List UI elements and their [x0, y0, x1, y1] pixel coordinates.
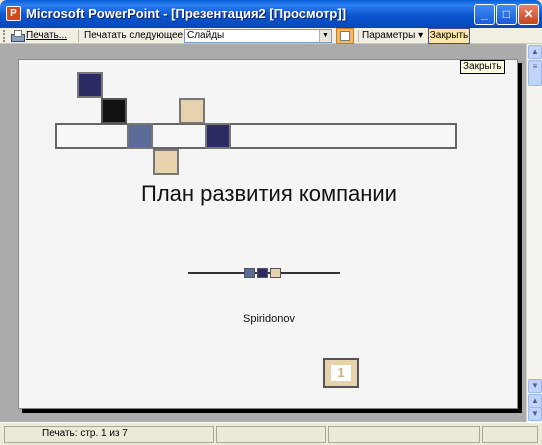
maximize-button[interactable]: □	[496, 4, 517, 25]
status-bar: Печать: стр. 1 из 7	[0, 422, 542, 445]
print-preview-toolbar: Печать... Печатать следующее: Слайды ▼ П…	[0, 28, 542, 44]
toolbar-separator	[358, 30, 359, 42]
status-panel	[328, 426, 480, 443]
powerpoint-icon[interactable]: P	[6, 6, 21, 21]
slide-number-badge: 1	[323, 358, 359, 388]
slide-title: План развития компании	[141, 181, 397, 206]
color-grayscale-button[interactable]	[336, 28, 354, 44]
divider-square	[270, 268, 281, 278]
scroll-up-icon[interactable]: ▲	[528, 45, 542, 59]
vertical-scrollbar[interactable]: ▲ ≡ ▼ ▲ ▼	[526, 44, 542, 422]
printer-icon	[10, 30, 25, 42]
decorative-square	[205, 123, 231, 149]
tooltip: Закрыть	[460, 60, 505, 74]
slide-page: План развития компании Spiridonov 1	[18, 59, 518, 409]
title-bar: P Microsoft PowerPoint - [Презентация2 […	[0, 0, 542, 28]
minimize-button[interactable]: _	[474, 4, 495, 25]
slide-number: 1	[331, 365, 351, 381]
scroll-thumb[interactable]: ≡	[528, 60, 542, 86]
decorative-bar	[55, 123, 457, 149]
toolbar-grip-handle[interactable]	[3, 30, 6, 42]
decorative-square	[101, 98, 127, 124]
divider-square	[244, 268, 255, 278]
status-page-text: Печать: стр. 1 из 7	[42, 428, 128, 439]
preview-area: План развития компании Spiridonov 1 Закр…	[0, 44, 526, 422]
decorative-square	[179, 98, 205, 124]
previous-page-icon[interactable]: ▲	[528, 394, 542, 408]
scroll-down-icon[interactable]: ▼	[528, 379, 542, 393]
print-what-value: Слайды	[187, 30, 225, 41]
status-panel	[482, 426, 538, 443]
chevron-down-icon[interactable]: ▼	[319, 30, 331, 42]
decorative-square	[127, 123, 153, 149]
slide-subtitle: Spiridonov	[243, 313, 295, 325]
window-title: Microsoft PowerPoint - [Презентация2 [Пр…	[26, 6, 347, 21]
close-preview-button[interactable]: Закрыть	[428, 28, 470, 44]
options-menu-button[interactable]: Параметры ▾	[362, 29, 423, 43]
next-page-icon[interactable]: ▼	[528, 407, 542, 421]
decorative-square	[153, 149, 179, 175]
page-view-icon	[340, 31, 350, 41]
print-what-select[interactable]: Слайды ▼	[184, 29, 332, 43]
decorative-square	[77, 72, 103, 98]
print-button-label: Печать...	[26, 30, 68, 41]
close-window-button[interactable]: ✕	[518, 4, 539, 25]
divider-square	[257, 268, 268, 278]
toolbar-separator	[78, 30, 79, 42]
status-panel	[216, 426, 326, 443]
print-what-label: Печатать следующее:	[84, 30, 186, 41]
print-button[interactable]: Печать...	[10, 29, 67, 43]
